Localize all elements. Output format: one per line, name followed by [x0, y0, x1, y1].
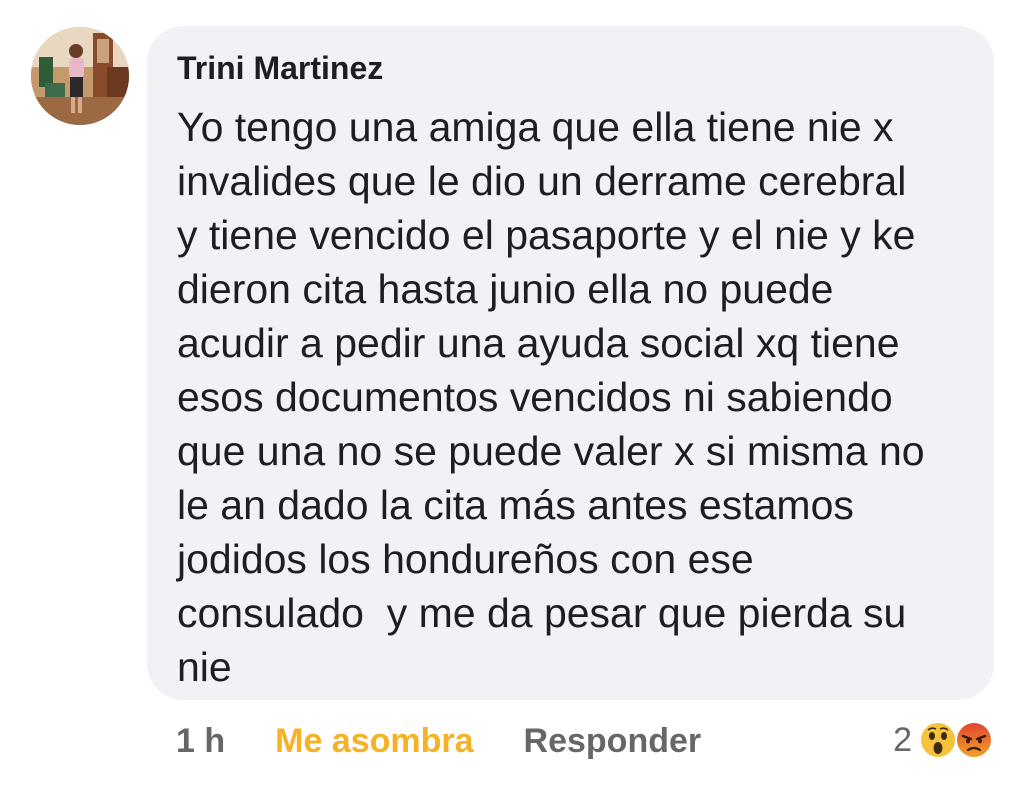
comment-actions: 1 h Me asombra Responder: [176, 719, 701, 763]
comment-text-line: invalides que le dio un derrame cerebral: [177, 158, 907, 204]
comment-text-line: jodidos los hondureños con ese: [177, 536, 754, 582]
comment-text-line: que una no se puede valer x si misma no: [177, 428, 925, 474]
comment-text-line: esos documentos vencidos ni sabiendo: [177, 374, 893, 420]
comment-bubble: Trini Martinez Yo tengo una amiga que el…: [147, 26, 994, 700]
avatar[interactable]: [31, 27, 129, 125]
angry-emoji-icon: [955, 721, 993, 759]
wow-emoji-icon: [919, 721, 957, 759]
comment-text-line: nie: [177, 644, 232, 690]
timestamp-link[interactable]: 1 h: [176, 722, 225, 761]
author-name[interactable]: Trini Martinez: [177, 48, 964, 88]
reaction-button[interactable]: Me asombra: [275, 722, 473, 761]
comment-text-line: dieron cita hasta junio ella no puede: [177, 266, 834, 312]
comment-text-line: Yo tengo una amiga que ella tiene nie x: [177, 104, 894, 150]
comment-text: Yo tengo una amiga que ella tiene nie x …: [177, 100, 964, 694]
reaction-summary[interactable]: 2: [893, 716, 994, 764]
comment: Trini Martinez Yo tengo una amiga que el…: [0, 0, 1024, 791]
reply-button[interactable]: Responder: [524, 722, 702, 761]
avatar-photo-icon: [31, 27, 129, 125]
comment-text-line: consulado y me da pesar que pierda su: [177, 590, 907, 636]
comment-text-line: y tiene vencido el pasaporte y el nie y …: [177, 212, 916, 258]
comment-text-line: le an dado la cita más antes estamos: [177, 482, 854, 528]
comment-text-line: acudir a pedir una ayuda social xq tiene: [177, 320, 900, 366]
reaction-count: 2: [893, 720, 912, 759]
